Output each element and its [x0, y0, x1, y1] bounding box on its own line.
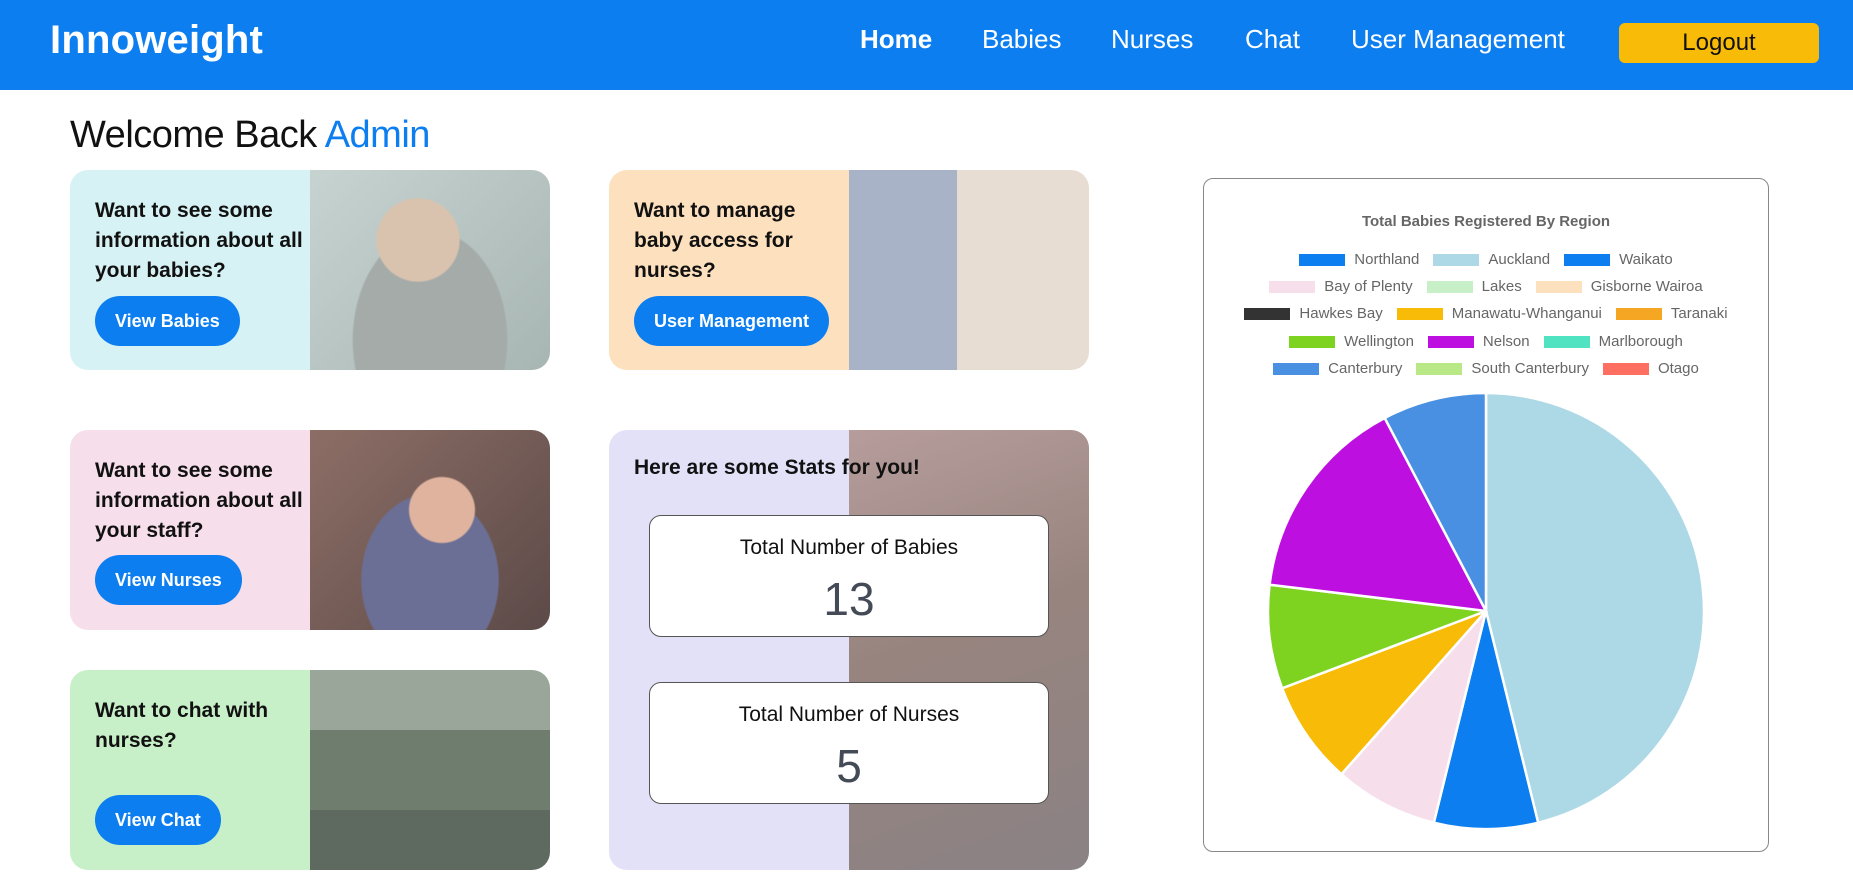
- page-title: Welcome Back Admin: [70, 114, 430, 157]
- laptop-photo: [310, 670, 550, 870]
- access-card-title: Want to manage baby access for nurses?: [634, 199, 796, 282]
- stats-background-photo: [849, 430, 1089, 870]
- region-chart-card: Total Babies Registered By Region Northl…: [1203, 178, 1769, 852]
- total-babies-label: Total Number of Babies: [739, 536, 959, 559]
- welcome-prefix: Welcome Back: [70, 114, 317, 156]
- nav-home[interactable]: Home: [860, 24, 932, 55]
- top-navbar: Innoweight Home Babies Nurses Chat User …: [0, 0, 1853, 90]
- stats-card: Here are some Stats for you! Total Numbe…: [609, 430, 1089, 870]
- view-nurses-button[interactable]: View Nurses: [95, 555, 242, 605]
- logout-button[interactable]: Logout: [1619, 23, 1819, 63]
- total-nurses-value: 5: [836, 740, 862, 792]
- access-card: Want to manage baby access for nurses? U…: [609, 170, 1089, 370]
- view-babies-button[interactable]: View Babies: [95, 296, 240, 346]
- total-nurses-label: Total Number of Nurses: [738, 703, 960, 726]
- babies-card-title: Want to see some information about all y…: [95, 199, 303, 282]
- nav-nurses[interactable]: Nurses: [1111, 24, 1193, 55]
- welcome-username: Admin: [324, 114, 431, 156]
- user-management-button[interactable]: User Management: [634, 296, 830, 346]
- total-babies-stat: Total Number of Babies 13: [649, 515, 1049, 637]
- babies-card: Want to see some information about all y…: [70, 170, 550, 370]
- nav-babies[interactable]: Babies: [982, 24, 1062, 55]
- region-pie-chart: [1266, 391, 1706, 831]
- brand-logo[interactable]: Innoweight: [50, 18, 263, 63]
- staff-card-title: Want to see some information about all y…: [95, 459, 303, 542]
- nav-chat[interactable]: Chat: [1245, 24, 1300, 55]
- total-babies-value: 13: [823, 573, 875, 625]
- doctor-photo: [849, 170, 1089, 370]
- view-chat-button[interactable]: View Chat: [95, 795, 221, 845]
- baby-photo: [310, 170, 550, 370]
- staff-card: Want to see some information about all y…: [70, 430, 550, 630]
- stethoscope-photo: [310, 430, 550, 630]
- nav-user-management[interactable]: User Management: [1351, 24, 1565, 55]
- chat-card: Want to chat with nurses? View Chat: [70, 670, 550, 870]
- chat-card-title: Want to chat with nurses?: [95, 699, 269, 752]
- total-nurses-stat: Total Number of Nurses 5: [649, 682, 1049, 804]
- stats-title: Here are some Stats for you!: [634, 456, 920, 479]
